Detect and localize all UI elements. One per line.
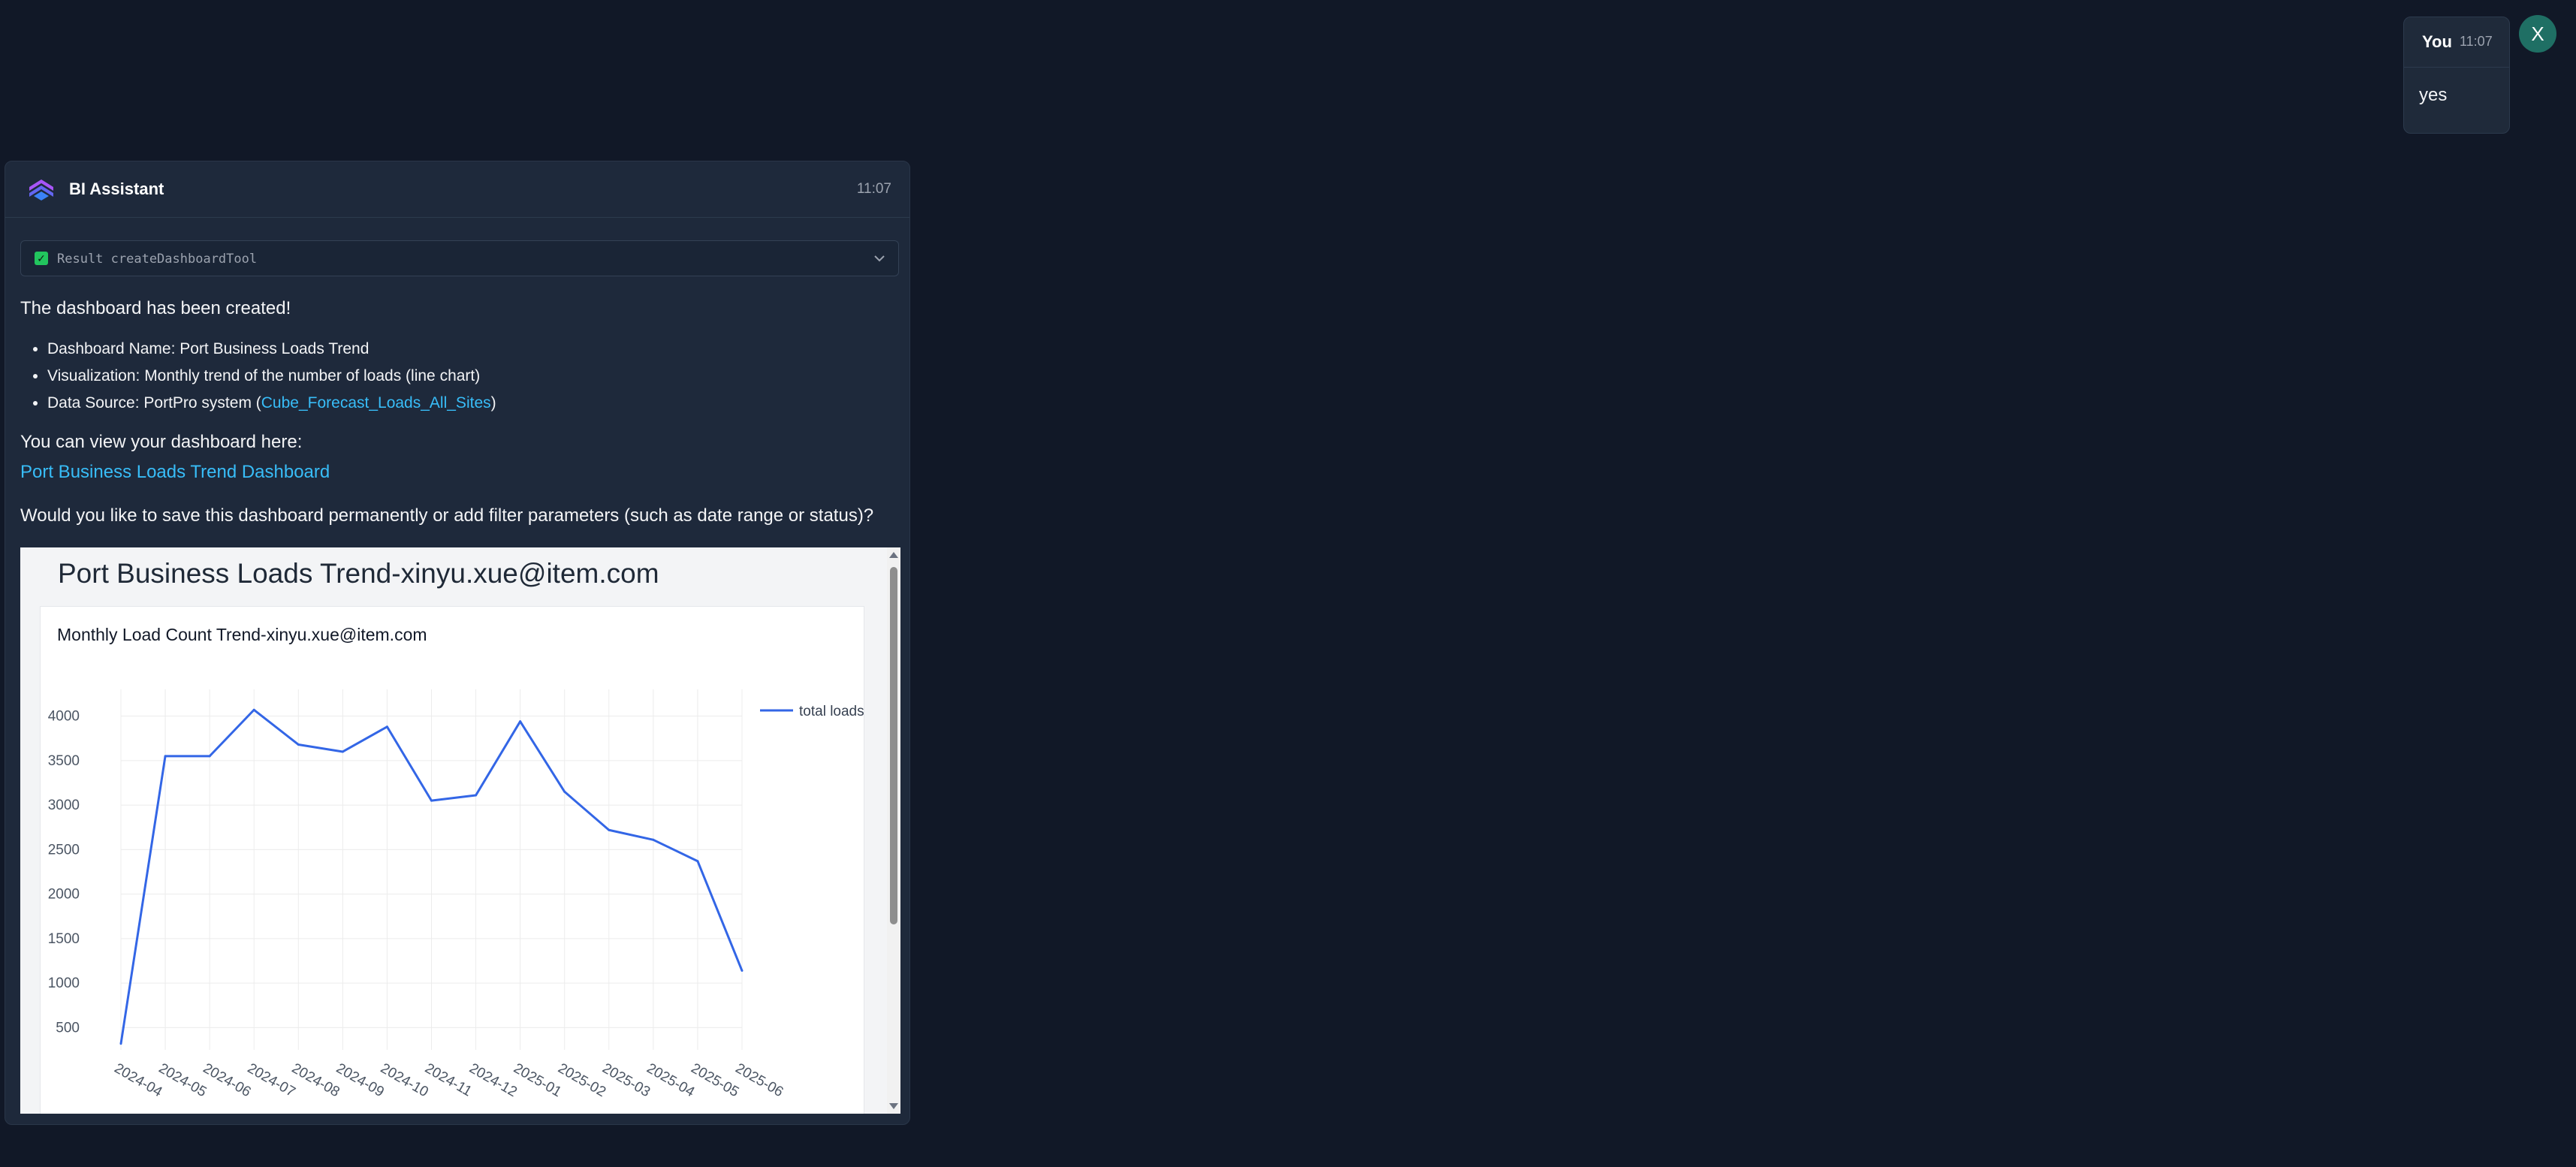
user-message-time: 11:07 — [2460, 34, 2493, 49]
y-tick-label: 2000 — [48, 887, 80, 903]
scrollbar-thumb[interactable] — [890, 567, 897, 924]
visualization-detail: Visualization: Monthly trend of the numb… — [47, 367, 481, 384]
data-point — [252, 708, 255, 711]
y-tick-label: 4000 — [48, 709, 80, 725]
data-point — [519, 720, 522, 723]
data-point — [385, 725, 388, 728]
data-point — [608, 828, 611, 831]
scroll-up-arrow-icon[interactable] — [889, 552, 898, 558]
data-point — [297, 743, 300, 746]
data-point — [341, 750, 344, 753]
dashboard-details-list: Dashboard Name: Port Business Loads Tren… — [20, 336, 496, 417]
data-point — [475, 794, 478, 797]
user-message-bubble: You 11:07 yes — [2403, 17, 2510, 134]
data-source-link[interactable]: Cube_Forecast_Loads_All_Sites — [261, 394, 491, 412]
user-name: You — [2422, 32, 2452, 51]
embedded-dashboard[interactable]: Port Business Loads Trend-xinyu.xue@item… — [20, 547, 900, 1114]
y-tick-label: 2500 — [48, 842, 80, 858]
data-source-suffix: ) — [490, 394, 496, 412]
assistant-name: BI Assistant — [69, 179, 164, 198]
dashboard-name-detail: Dashboard Name: Port Business Loads Tren… — [47, 340, 370, 357]
x-tick-label: 2024-12 — [466, 1060, 520, 1100]
scrollbar[interactable] — [887, 547, 900, 1114]
legend-label: total loads — [799, 704, 864, 719]
data-point — [119, 1042, 122, 1045]
x-tick-label: 2024-04 — [112, 1060, 165, 1100]
x-tick-label: 2024-11 — [422, 1060, 475, 1099]
x-tick-label: 2024-07 — [245, 1060, 298, 1100]
data-source-prefix: Data Source: PortPro system ( — [47, 394, 261, 412]
list-item: Dashboard Name: Port Business Loads Tren… — [47, 336, 496, 363]
x-tick-label: 2025-02 — [555, 1060, 608, 1100]
list-item: Visualization: Monthly trend of the numb… — [47, 363, 496, 390]
data-point — [164, 755, 167, 758]
assistant-header: BI Assistant 11:07 — [5, 161, 909, 218]
x-tick-label: 2024-09 — [333, 1060, 387, 1100]
data-point — [208, 755, 211, 758]
y-tick-label: 3500 — [48, 753, 80, 769]
user-message-text: yes — [2419, 85, 2448, 105]
tool-result-panel[interactable]: ✓ Result createDashboardTool — [20, 240, 899, 276]
y-tick-label: 500 — [56, 1020, 80, 1036]
y-tick-label: 1500 — [48, 931, 80, 947]
data-point — [741, 969, 744, 973]
dashboard-title: Port Business Loads Trend-xinyu.xue@item… — [58, 558, 659, 589]
data-point — [696, 860, 699, 863]
chevron-down-icon[interactable] — [871, 250, 888, 267]
bi-assistant-logo-icon — [29, 179, 53, 201]
x-tick-label: 2025-04 — [644, 1060, 697, 1100]
follow-up-question: Would you like to save this dashboard pe… — [20, 505, 874, 526]
x-tick-label: 2025-03 — [599, 1060, 653, 1100]
chart-card: Monthly Load Count Trend-xinyu.xue@item.… — [40, 606, 864, 1114]
x-tick-label: 2024-08 — [289, 1060, 342, 1100]
y-tick-label: 3000 — [48, 798, 80, 813]
assistant-message-card: BI Assistant 11:07 ✓ Result createDashbo… — [5, 161, 910, 1125]
line-chart[interactable]: 50010001500200025003000350040002024-0420… — [41, 607, 865, 1114]
x-tick-label: 2025-01 — [511, 1060, 564, 1100]
user-message-header: You 11:07 — [2404, 17, 2509, 68]
x-tick-label: 2024-06 — [201, 1060, 254, 1100]
x-tick-label: 2025-05 — [688, 1060, 741, 1100]
data-point — [652, 838, 655, 841]
user-avatar[interactable]: X — [2519, 15, 2556, 53]
check-icon: ✓ — [35, 252, 48, 265]
assistant-message-time: 11:07 — [856, 181, 891, 197]
y-tick-label: 1000 — [48, 976, 80, 991]
x-tick-label: 2024-05 — [156, 1060, 210, 1100]
data-point — [430, 799, 433, 802]
data-point — [563, 790, 566, 793]
x-tick-label: 2024-10 — [378, 1060, 431, 1100]
created-confirmation: The dashboard has been created! — [20, 298, 291, 318]
x-tick-label: 2025-06 — [733, 1060, 786, 1100]
tool-result-label: Result createDashboardTool — [57, 252, 258, 267]
view-dashboard-text: You can view your dashboard here: — [20, 432, 303, 452]
dashboard-link[interactable]: Port Business Loads Trend Dashboard — [20, 462, 330, 482]
scroll-down-arrow-icon[interactable] — [889, 1103, 898, 1109]
list-item: Data Source: PortPro system (Cube_Foreca… — [47, 390, 496, 417]
